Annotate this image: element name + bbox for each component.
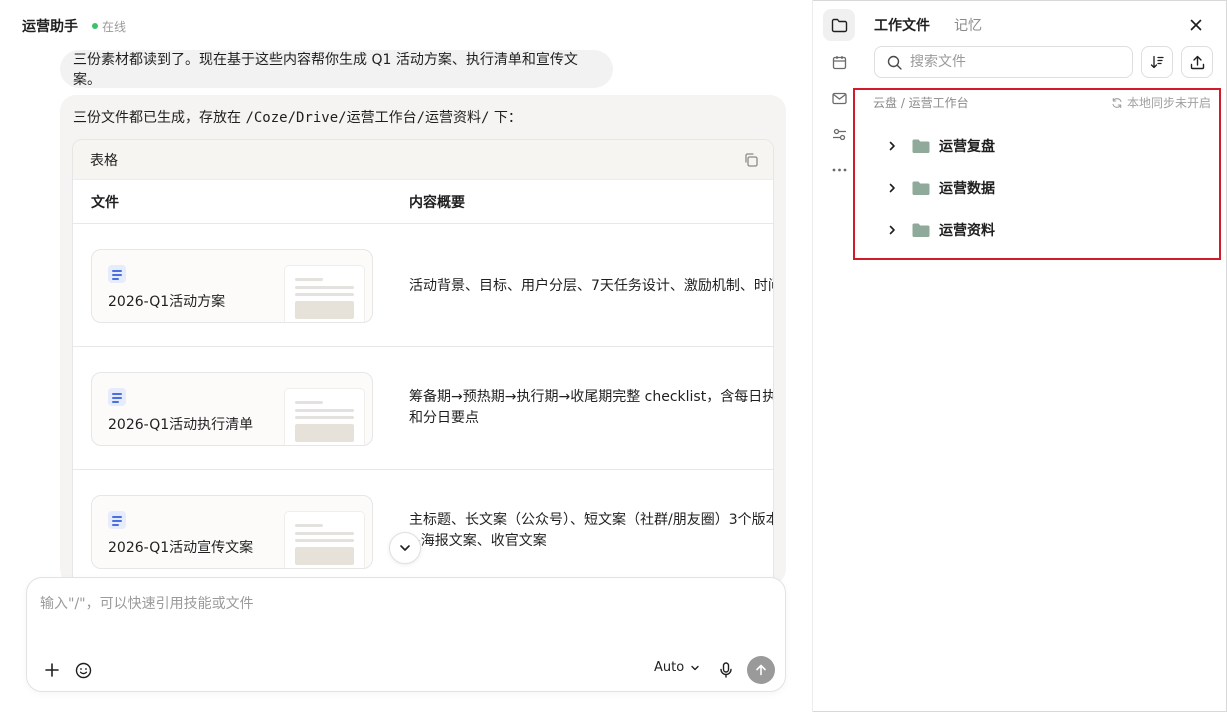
add-attachment-button[interactable] (42, 660, 62, 680)
doc-thumbnail (285, 389, 364, 445)
summary-cell: 主标题、长文案（公众号）、短文案（社群/朋友圈）3个版本 +海报文案、收官文案 (409, 510, 774, 552)
summary-line: 和分日要点 (409, 410, 479, 426)
column-header-summary: 内容概要 (409, 194, 465, 211)
table-row: 2026-Q1活动方案 活动背景、目标、用户分层、7天任务设计、激励机制、时间 (73, 224, 773, 347)
file-search[interactable] (874, 46, 1133, 78)
folder-name: 运营复盘 (939, 139, 995, 155)
chat-pane: 运营助手 在线 三份素材都读到了。现在基于这些内容帮你生成 Q1 活动方案、执行… (0, 0, 812, 712)
column-header-file: 文件 (91, 194, 119, 211)
assistant-reply: 三份文件都已生成，存放在 /Coze/Drive/运营工作台/运营资料/ 下： … (60, 95, 786, 585)
composer-placeholder[interactable]: 输入"/"，可以快速引用技能或文件 (40, 593, 254, 613)
reply-text: 三份文件都已生成，存放在 /Coze/Drive/运营工作台/运营资料/ 下： (73, 107, 522, 127)
summary-cell: 活动背景、目标、用户分层、7天任务设计、激励机制、时间 (409, 276, 774, 297)
calendar-icon (832, 55, 846, 69)
chevron-right-icon[interactable] (884, 138, 900, 154)
doc-card[interactable]: 2026-Q1活动执行清单 (91, 372, 373, 446)
upload-icon (1190, 55, 1204, 69)
online-dot-icon (92, 23, 98, 29)
user-message: 三份素材都读到了。现在基于这些内容帮你生成 Q1 活动方案、执行清单和宣传文案。 (60, 50, 613, 88)
document-icon (108, 388, 126, 406)
sliders-icon (832, 128, 846, 140)
status-text: 在线 (102, 19, 127, 34)
sync-icon (1112, 97, 1122, 108)
chevron-right-icon[interactable] (884, 180, 900, 196)
message-composer[interactable]: 输入"/"，可以快速引用技能或文件 Auto (26, 577, 786, 692)
rail-calendar-button[interactable] (823, 46, 855, 78)
summary-line: +海报文案、收官文案 (409, 533, 547, 549)
reply-path: /Coze/Drive/运营工作台/运营资料/ (245, 110, 490, 126)
rail-mail-button[interactable] (823, 82, 855, 114)
search-input[interactable] (910, 54, 1110, 70)
doc-card[interactable]: 2026-Q1活动方案 (91, 249, 373, 323)
folder-row[interactable]: 运营资料 (884, 218, 995, 242)
folder-name: 运营数据 (939, 181, 995, 197)
folder-name: 运营资料 (939, 223, 995, 239)
smiley-icon (75, 662, 91, 678)
mail-icon (831, 92, 847, 104)
table-header-row: 文件 内容概要 (73, 180, 773, 224)
emoji-button[interactable] (73, 660, 93, 680)
close-panel-button[interactable] (1187, 16, 1205, 34)
user-message-text: 三份素材都读到了。现在基于这些内容帮你生成 Q1 活动方案、执行清单和宣传文案。 (73, 52, 578, 88)
rail-more-button[interactable] (823, 154, 855, 186)
chevron-down-icon (691, 665, 699, 670)
microphone-icon (720, 662, 732, 678)
doc-name: 2026-Q1活动方案 (108, 294, 226, 310)
more-icon (832, 168, 846, 172)
folder-icon (912, 139, 930, 153)
summary-cell: 筹备期→预热期→执行期→收尾期完整 checklist，含每日执 和分日要点 (409, 387, 774, 429)
status-badge: 在线 (92, 18, 126, 35)
folder-icon (912, 181, 930, 195)
reply-suffix: 下： (489, 110, 522, 126)
file-table-card: 表格 文件 内容概要 2026-Q1活动方案 活动背景、目标、用户分层、7天任务… (72, 139, 774, 585)
send-button[interactable] (747, 656, 775, 684)
scroll-to-bottom-button[interactable] (389, 532, 421, 564)
table-row: 2026-Q1活动宣传文案 主标题、长文案（公众号）、短文案（社群/朋友圈）3个… (73, 470, 773, 585)
doc-thumbnail (285, 266, 364, 322)
document-icon (108, 511, 126, 529)
rail-settings-button[interactable] (823, 118, 855, 150)
folder-row[interactable]: 运营数据 (884, 176, 995, 200)
doc-thumbnail (285, 512, 364, 568)
chat-header: 运营助手 在线 (22, 16, 126, 36)
table-card-header: 表格 (73, 140, 773, 180)
chat-title: 运营助手 (22, 19, 78, 35)
model-select-value: Auto (654, 660, 685, 675)
sync-status: 本地同步未开启 (1111, 94, 1211, 111)
chevron-down-icon (400, 545, 410, 551)
plus-icon (45, 663, 59, 677)
arrow-up-icon (756, 664, 766, 676)
sort-button[interactable] (1141, 46, 1173, 78)
upload-button[interactable] (1181, 46, 1213, 78)
search-icon (887, 55, 902, 70)
reply-prefix: 三份文件都已生成，存放在 (73, 110, 246, 126)
folder-icon (912, 223, 930, 237)
tab-memory[interactable]: 记忆 (954, 15, 982, 35)
summary-line: 活动背景、目标、用户分层、7天任务设计、激励机制、时间 (409, 278, 774, 294)
voice-input-button[interactable] (717, 661, 735, 679)
rail-files-button[interactable] (823, 9, 855, 41)
breadcrumb[interactable]: 云盘 / 运营工作台 (873, 94, 969, 111)
doc-name: 2026-Q1活动宣传文案 (108, 540, 254, 556)
summary-line: 筹备期→预热期→执行期→收尾期完整 checklist，含每日执 (409, 389, 774, 405)
folder-row[interactable]: 运营复盘 (884, 134, 995, 158)
chevron-right-icon[interactable] (884, 222, 900, 238)
doc-name: 2026-Q1活动执行清单 (108, 417, 254, 433)
document-icon (108, 265, 126, 283)
tab-work-files[interactable]: 工作文件 (874, 15, 930, 35)
sync-status-text: 本地同步未开启 (1127, 96, 1212, 110)
model-select[interactable]: Auto (654, 660, 700, 675)
summary-line: 主标题、长文案（公众号）、短文案（社群/朋友圈）3个版本 (409, 512, 774, 528)
table-row: 2026-Q1活动执行清单 筹备期→预热期→执行期→收尾期完整 checklis… (73, 347, 773, 470)
copy-icon[interactable] (743, 152, 759, 168)
sort-icon (1150, 55, 1164, 69)
folder-icon (831, 18, 847, 32)
doc-card[interactable]: 2026-Q1活动宣传文案 (91, 495, 373, 569)
close-icon (1190, 19, 1202, 31)
table-card-title: 表格 (90, 152, 118, 169)
